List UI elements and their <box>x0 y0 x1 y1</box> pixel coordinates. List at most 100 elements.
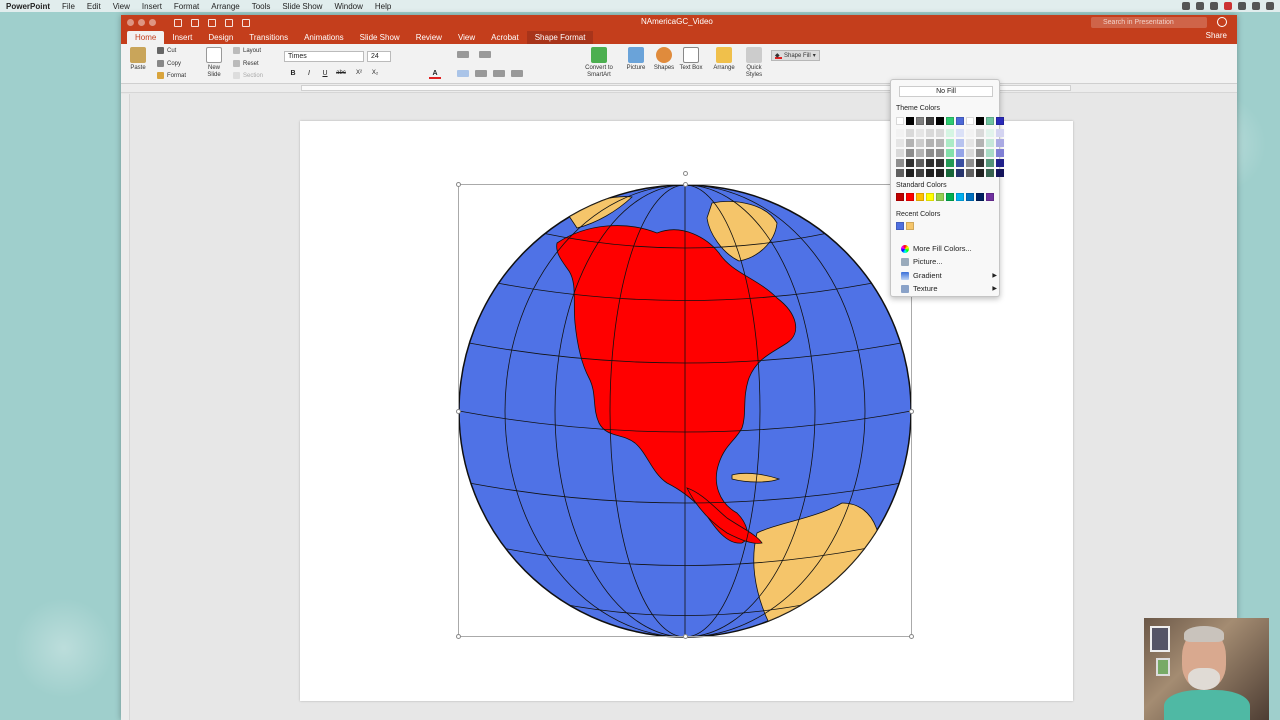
theme-shade-swatch[interactable] <box>976 169 984 177</box>
theme-shade-swatch[interactable] <box>896 169 904 177</box>
subscript-button[interactable]: X₂ <box>369 68 381 79</box>
theme-shade-swatch[interactable] <box>976 129 984 137</box>
theme-shade-swatch[interactable] <box>916 149 924 157</box>
paste-button[interactable]: Paste <box>127 47 149 72</box>
theme-shade-swatch[interactable] <box>996 139 1004 147</box>
theme-shade-swatch[interactable] <box>976 139 984 147</box>
theme-color-swatch[interactable] <box>956 117 964 125</box>
sidebar-toggle-icon[interactable] <box>174 18 182 27</box>
align-right-button[interactable] <box>493 70 505 77</box>
reset-button[interactable]: Reset <box>233 60 259 67</box>
theme-shade-swatch[interactable] <box>896 149 904 157</box>
theme-color-swatch[interactable] <box>896 117 904 125</box>
theme-shade-swatch[interactable] <box>936 149 944 157</box>
no-fill-option[interactable]: No Fill <box>899 86 993 97</box>
theme-shade-swatch[interactable] <box>946 169 954 177</box>
menu-tools[interactable]: Tools <box>252 2 271 11</box>
tab-view[interactable]: View <box>450 31 483 44</box>
section-button[interactable]: Section <box>233 72 263 79</box>
tab-design[interactable]: Design <box>200 31 241 44</box>
theme-shade-swatch[interactable] <box>966 169 974 177</box>
standard-color-swatch[interactable] <box>946 193 954 201</box>
theme-shade-swatch[interactable] <box>996 129 1004 137</box>
copy-button[interactable]: Copy <box>157 60 181 67</box>
standard-color-swatch[interactable] <box>986 193 994 201</box>
app-menu[interactable]: PowerPoint <box>6 2 50 11</box>
convert-smartart-button[interactable]: Convert to SmartArt <box>581 47 617 79</box>
font-size-select[interactable]: 24 <box>367 51 391 62</box>
theme-shade-swatch[interactable] <box>916 169 924 177</box>
lock-icon[interactable] <box>1252 2 1260 10</box>
theme-shade-swatch[interactable] <box>986 149 994 157</box>
theme-shade-swatch[interactable] <box>936 169 944 177</box>
recent-color-swatch[interactable] <box>896 222 904 230</box>
theme-shade-swatch[interactable] <box>996 149 1004 157</box>
menu-help[interactable]: Help <box>375 2 391 11</box>
theme-shade-swatch[interactable] <box>956 169 964 177</box>
format-painter-button[interactable]: Format <box>157 72 186 79</box>
underline-button[interactable]: U <box>319 68 331 79</box>
screen-icon[interactable] <box>1182 2 1190 10</box>
theme-shade-swatch[interactable] <box>926 169 934 177</box>
recent-color-swatch[interactable] <box>906 222 914 230</box>
theme-shade-swatch[interactable] <box>926 149 934 157</box>
theme-shade-swatch[interactable] <box>966 129 974 137</box>
theme-shade-swatch[interactable] <box>986 129 994 137</box>
creative-cloud-icon[interactable] <box>1224 2 1232 10</box>
tab-transitions[interactable]: Transitions <box>241 31 296 44</box>
tab-insert[interactable]: Insert <box>164 31 200 44</box>
theme-shade-swatch[interactable] <box>906 169 914 177</box>
shape-fill-button[interactable]: ◆ Shape Fill ▾ <box>771 50 820 61</box>
theme-shade-swatch[interactable] <box>956 159 964 167</box>
theme-shade-swatch[interactable] <box>956 129 964 137</box>
menu-file[interactable]: File <box>62 2 75 11</box>
picture-button[interactable]: Picture <box>623 47 649 72</box>
feedback-smiley-icon[interactable] <box>1217 17 1227 27</box>
theme-shade-swatch[interactable] <box>896 159 904 167</box>
texture-item[interactable]: Texture ▶ <box>901 284 997 293</box>
minimize-window-button[interactable] <box>138 19 145 26</box>
theme-color-swatch[interactable] <box>996 117 1004 125</box>
standard-color-swatch[interactable] <box>976 193 984 201</box>
globe-image[interactable] <box>457 183 913 639</box>
text-box-button[interactable]: Text Box <box>679 47 703 72</box>
standard-color-swatch[interactable] <box>896 193 904 201</box>
undo-icon[interactable] <box>225 18 233 27</box>
theme-shade-swatch[interactable] <box>996 159 1004 167</box>
menu-arrange[interactable]: Arrange <box>211 2 239 11</box>
save-icon[interactable] <box>191 18 199 27</box>
more-fill-colors-item[interactable]: More Fill Colors... <box>901 244 997 253</box>
wifi-icon[interactable] <box>1238 2 1246 10</box>
theme-shade-swatch[interactable] <box>936 129 944 137</box>
theme-shade-swatch[interactable] <box>906 139 914 147</box>
standard-color-swatch[interactable] <box>906 193 914 201</box>
rotate-handle-icon[interactable] <box>683 171 688 176</box>
tab-animations[interactable]: Animations <box>296 31 352 44</box>
theme-shade-swatch[interactable] <box>926 129 934 137</box>
theme-shade-swatch[interactable] <box>956 139 964 147</box>
theme-color-swatch[interactable] <box>936 117 944 125</box>
volume-icon[interactable] <box>1266 2 1274 10</box>
bullets-button[interactable] <box>457 51 469 58</box>
align-left-button[interactable] <box>457 70 469 77</box>
tab-shape-format[interactable]: Shape Format <box>526 31 594 44</box>
print-icon[interactable] <box>208 18 216 27</box>
theme-color-swatch[interactable] <box>906 117 914 125</box>
numbering-button[interactable] <box>479 51 491 58</box>
standard-color-swatch[interactable] <box>916 193 924 201</box>
justify-button[interactable] <box>511 70 523 77</box>
menu-window[interactable]: Window <box>334 2 362 11</box>
shapes-button[interactable]: Shapes <box>651 47 677 72</box>
theme-shade-swatch[interactable] <box>966 139 974 147</box>
superscript-button[interactable]: X² <box>353 68 365 79</box>
layout-button[interactable]: Layout <box>233 47 261 54</box>
theme-shade-swatch[interactable] <box>926 139 934 147</box>
theme-shade-swatch[interactable] <box>986 139 994 147</box>
menu-insert[interactable]: Insert <box>142 2 162 11</box>
picture-fill-item[interactable]: Picture... <box>901 257 997 266</box>
theme-shade-swatch[interactable] <box>946 129 954 137</box>
tab-acrobat[interactable]: Acrobat <box>483 31 527 44</box>
italic-button[interactable]: I <box>303 68 315 79</box>
theme-shade-swatch[interactable] <box>986 169 994 177</box>
align-center-button[interactable] <box>475 70 487 77</box>
